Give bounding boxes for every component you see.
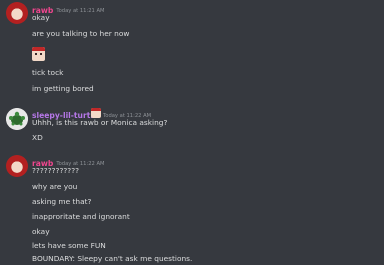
message-line: inapproritate and ignorant (32, 212, 130, 221)
message-line: ???????????? (32, 166, 80, 175)
avatar[interactable] (6, 2, 28, 24)
turtle-icon (6, 108, 28, 130)
message-line: lets have some FUN (32, 241, 106, 250)
avatar[interactable] (6, 155, 28, 177)
message-line: okay (32, 13, 50, 22)
avatar[interactable] (6, 108, 28, 130)
message-line: XD (32, 133, 43, 142)
message-line: why are you (32, 182, 78, 191)
message-line: BOUNDARY: Sleepy can't ask me questions. (32, 254, 193, 263)
message-line: Uhhh, is this rawb or Monica asking? (32, 118, 168, 127)
message-line: tick tock (32, 68, 64, 77)
message-line: okay (32, 227, 50, 236)
chat-log: rawb Today at 11:21 AM okay are you talki… (0, 0, 384, 265)
message-line: asking me that? (32, 197, 92, 206)
message-line: im getting bored (32, 84, 94, 93)
timestamp: Today at 11:21 AM (56, 8, 105, 14)
message-line: are you talking to her now (32, 29, 130, 38)
emoji-icon (91, 108, 101, 118)
emoji-icon (32, 47, 45, 61)
